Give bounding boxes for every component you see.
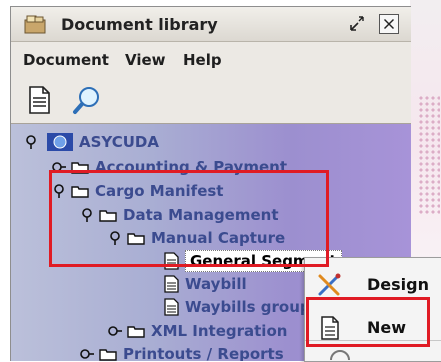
tree-node-xml-integration[interactable]: XML Integration	[107, 321, 287, 341]
tree-node-asycuda[interactable]: ASYCUDA	[23, 132, 159, 152]
asycuda-logo-icon	[47, 133, 73, 151]
highlight-box-new	[306, 297, 430, 347]
menu-document[interactable]: Document	[23, 51, 109, 69]
toolbar	[11, 77, 411, 124]
tree-label: XML Integration	[151, 322, 288, 340]
restore-icon[interactable]	[347, 14, 367, 34]
folder-icon	[99, 349, 117, 361]
menu-view[interactable]: View	[125, 51, 166, 69]
collapsed-toggle-icon[interactable]	[107, 323, 123, 339]
partial-menu-icon	[330, 350, 350, 360]
folder-icon	[127, 326, 145, 338]
tree-node-waybills-group[interactable]: Waybills groupa	[159, 297, 321, 317]
tree-node-printouts-reports[interactable]: Printouts / Reports	[79, 344, 284, 361]
close-icon[interactable]	[379, 14, 399, 34]
menu-help[interactable]: Help	[183, 51, 222, 69]
collapsed-toggle-icon[interactable]	[79, 346, 95, 361]
decorative-dots	[418, 95, 440, 215]
tree-label: ASYCUDA	[79, 133, 159, 151]
new-document-icon[interactable]	[23, 84, 55, 116]
design-tools-icon	[318, 273, 341, 296]
tree-label: Waybill	[185, 275, 247, 293]
expanded-toggle-icon[interactable]	[23, 134, 39, 150]
highlight-box-tree	[49, 170, 329, 267]
tree-node-waybill[interactable]: Waybill	[159, 274, 247, 294]
library-icon	[24, 15, 46, 34]
window-title: Document library	[61, 15, 218, 34]
document-icon	[164, 298, 179, 316]
design-label: Design	[367, 275, 429, 294]
tree-label: Printouts / Reports	[123, 345, 284, 361]
menu-bar: Document View Help	[11, 42, 411, 76]
tree-label: Waybills groupa	[185, 298, 321, 316]
document-icon	[164, 275, 179, 293]
search-icon[interactable]	[71, 84, 103, 116]
title-bar: Document library	[11, 7, 411, 42]
